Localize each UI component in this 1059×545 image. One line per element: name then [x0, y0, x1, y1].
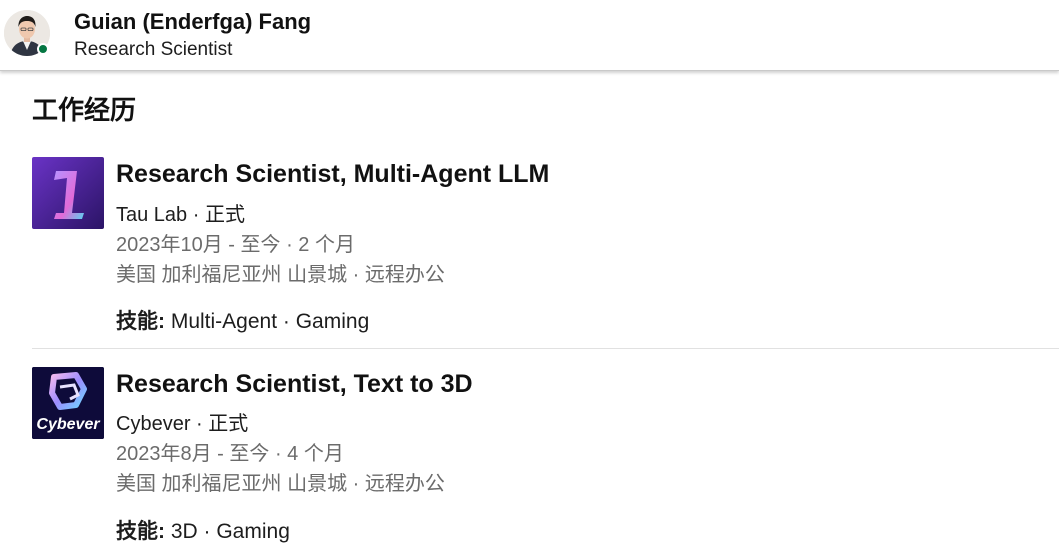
job-location: 美国 加利福尼亚州 山景城 · 远程办公	[116, 473, 445, 495]
tau-lab-logo-icon[interactable]	[32, 157, 104, 229]
skills-value: 3D · Gaming	[170, 520, 290, 543]
skills-label: 技能:	[116, 310, 165, 333]
divider	[32, 348, 1059, 349]
skills-value: Multi-Agent · Gaming	[170, 310, 370, 333]
profile-header: Guian (Enderfga) Fang Research Scientist	[0, 0, 1059, 71]
cybever-logo-icon[interactable]: Cybever	[32, 367, 104, 439]
skills-label: 技能:	[116, 520, 165, 543]
company-line[interactable]: Tau Lab · 正式	[116, 198, 245, 227]
employment-dates: 2023年8月 - 至今 · 4 个月	[116, 443, 344, 465]
skills-line: 技能: 3D · Gaming	[116, 515, 290, 545]
profile-headline: Research Scientist	[74, 39, 233, 60]
profile-name[interactable]: Guian (Enderfga) Fang	[74, 9, 311, 35]
job-title[interactable]: Research Scientist, Multi-Agent LLM	[116, 160, 549, 189]
job-title[interactable]: Research Scientist, Text to 3D	[116, 370, 473, 399]
company-line[interactable]: Cybever · 正式	[116, 407, 248, 436]
cybever-logo-text: Cybever	[36, 416, 100, 433]
job-location: 美国 加利福尼亚州 山景城 · 远程办公	[116, 264, 445, 286]
online-status-indicator	[37, 43, 49, 55]
skills-line: 技能: Multi-Agent · Gaming	[116, 305, 369, 335]
section-title: 工作经历	[32, 95, 137, 125]
employment-dates: 2023年10月 - 至今 · 2 个月	[116, 234, 355, 256]
